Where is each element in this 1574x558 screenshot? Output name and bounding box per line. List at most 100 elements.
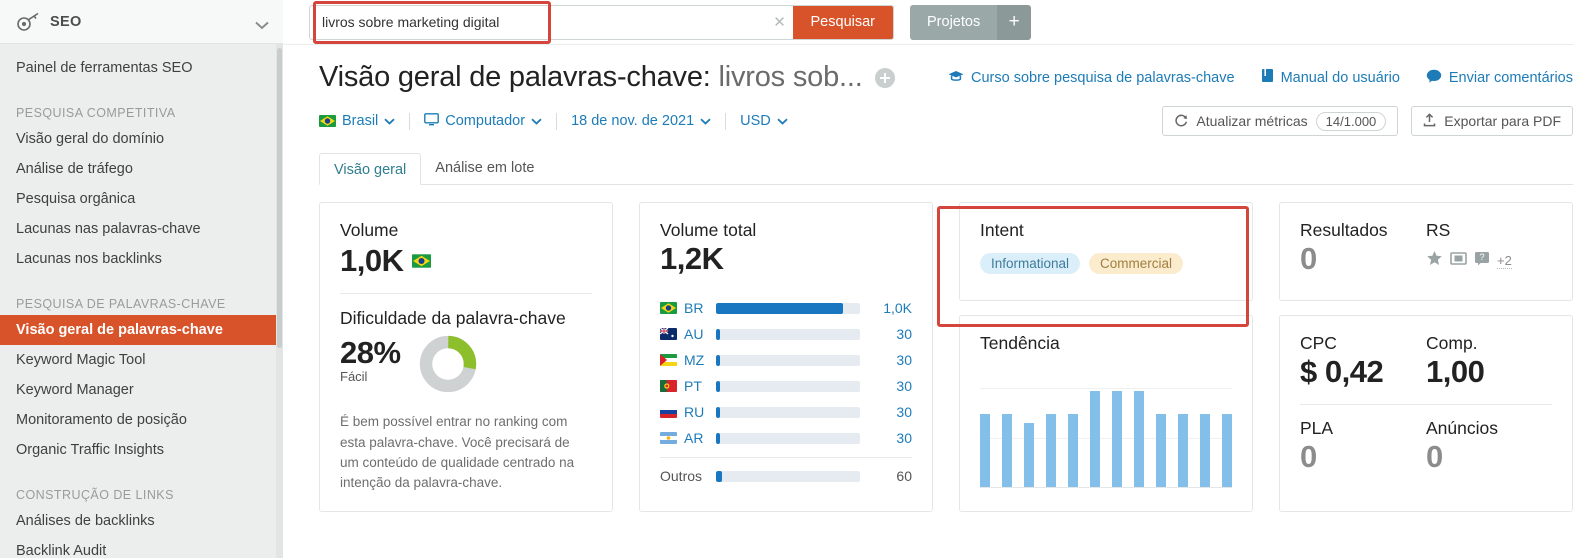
close-icon[interactable]: ✕ <box>767 6 793 39</box>
sidebar-scrollbar-thumb[interactable] <box>277 48 282 348</box>
pla-label: PLA <box>1300 418 1334 439</box>
axis-line <box>980 487 1232 489</box>
country-row[interactable]: MZ 30 <box>660 347 912 373</box>
br-flag-icon <box>660 302 677 314</box>
trend-bar[interactable] <box>1046 414 1056 489</box>
sidebar-item-lacunas-nos-backlinks[interactable]: Lacunas nos backlinks <box>0 244 283 274</box>
sidebar-item-vis-o-geral-do-dom-nio[interactable]: Visão geral do domínio <box>0 124 283 154</box>
sidebar-item-keyword-manager[interactable]: Keyword Manager <box>0 375 283 405</box>
chevron-down-icon[interactable] <box>255 17 269 30</box>
sidebar-item-an-lise-de-tr-fego[interactable]: Análise de tráfego <box>0 154 283 184</box>
refresh-metrics-label: Atualizar métricas <box>1196 113 1308 129</box>
trend-bar[interactable] <box>1200 414 1210 489</box>
date-label: 18 de nov. de 2021 <box>571 113 695 129</box>
page-title-prefix: Visão geral de palavras-chave: <box>319 61 719 93</box>
sidebar-item-keyword-magic-tool[interactable]: Keyword Magic Tool <box>0 345 283 375</box>
projects-button[interactable]: Projetos <box>910 4 998 40</box>
sidebar-item-backlink-audit[interactable]: Backlink Audit <box>0 536 283 558</box>
trend-bar[interactable] <box>1112 391 1122 489</box>
trend-bar[interactable] <box>1024 423 1034 489</box>
volume-value: 1,0K <box>340 243 404 278</box>
currency-selector[interactable]: USD <box>740 113 788 129</box>
refresh-metrics-button[interactable]: Atualizar métricas 14/1.000 <box>1162 106 1399 136</box>
sidebar-item-organic-traffic-insights[interactable]: Organic Traffic Insights <box>0 435 283 465</box>
faq-icon[interactable]: ? <box>1474 251 1490 271</box>
sidebar-item-monitoramento-de-posi-o[interactable]: Monitoramento de posição <box>0 405 283 435</box>
sidebar-scrollbar[interactable] <box>276 44 283 558</box>
database-selector[interactable]: Brasil <box>319 113 395 129</box>
plus-circle-icon[interactable] <box>874 67 895 88</box>
trend-bar[interactable] <box>1222 414 1232 489</box>
add-project-icon[interactable]: + <box>997 4 1032 40</box>
trend-bar[interactable] <box>1134 391 1144 489</box>
reviews-icon[interactable] <box>1450 251 1467 271</box>
trend-bar[interactable] <box>1090 391 1100 489</box>
country-cell: MZ <box>660 352 716 368</box>
comment-icon <box>1426 69 1442 87</box>
intent-tag-comm[interactable]: Commercial <box>1089 253 1184 274</box>
total-volume-card: Volume total 1,2K BR 1,0K AU 30 MZ 30 PT 30 RU 30… <box>639 202 933 513</box>
star-icon[interactable] <box>1426 250 1443 272</box>
sidebar-item-an-lises-de-backlinks[interactable]: Análises de backlinks <box>0 506 283 536</box>
country-row[interactable]: AR 30 <box>660 425 912 451</box>
device-selector[interactable]: Computador <box>424 112 542 130</box>
sidebar-item-lacunas-nas-palavras-chave[interactable]: Lacunas nas palavras-chave <box>0 214 283 244</box>
header-link-label: Enviar comentários <box>1448 69 1573 86</box>
divider <box>340 293 592 294</box>
country-row[interactable]: AU 30 <box>660 321 912 347</box>
export-pdf-label: Exportar para PDF <box>1444 113 1561 129</box>
trend-chart <box>980 370 1232 489</box>
results-column: Resultados 0 <box>1300 220 1426 277</box>
trend-bar[interactable] <box>1156 414 1166 489</box>
content: Visão geral de palavras-chave: livros so… <box>283 61 1574 513</box>
country-row[interactable]: PT 30 <box>660 373 912 399</box>
kd-value: 28% <box>340 335 401 371</box>
search-input[interactable] <box>310 5 767 39</box>
sidebar-item-vis-o-geral-de-palavras-chave[interactable]: Visão geral de palavras-chave <box>0 315 283 345</box>
divider <box>660 457 912 458</box>
pla-value: 0 <box>1300 439 1317 475</box>
trend-bar[interactable] <box>1178 414 1188 489</box>
header-link-1[interactable]: Curso sobre pesquisa de palavras-chave <box>948 69 1235 87</box>
header-link-3[interactable]: Enviar comentários <box>1426 69 1573 87</box>
header-link-2[interactable]: Manual do usuário <box>1261 68 1400 87</box>
other-countries-row: Outros 60 <box>660 463 912 489</box>
tab-vis-o-geral[interactable]: Visão geral <box>319 153 422 185</box>
trend-bar[interactable] <box>1068 414 1078 489</box>
au-flag-icon <box>660 328 677 340</box>
br-flag-icon <box>319 115 336 127</box>
sidebar-item-pesquisa-org-nica[interactable]: Pesquisa orgânica <box>0 184 283 214</box>
desktop-icon <box>424 112 440 130</box>
ads-value: 0 <box>1426 439 1443 475</box>
trend-bar[interactable] <box>980 414 990 489</box>
tab-an-lise-em-lote[interactable]: Análise em lote <box>421 152 548 184</box>
key-icon <box>16 12 42 32</box>
export-pdf-button[interactable]: Exportar para PDF <box>1411 106 1573 136</box>
chevron-down-icon <box>700 113 711 129</box>
country-cell: BR <box>660 300 716 316</box>
kd-note: É bem possível entrar no ranking com est… <box>340 414 575 491</box>
competition-column: Comp. 1,00 <box>1426 333 1552 390</box>
currency-label: USD <box>740 113 771 129</box>
intent-tag-info[interactable]: Informational <box>980 253 1081 274</box>
country-bar-fill <box>716 302 843 314</box>
country-row[interactable]: RU 30 <box>660 399 912 425</box>
divider <box>409 112 411 130</box>
search-button[interactable]: Pesquisar <box>792 5 893 39</box>
kd-row: 28% Fácil <box>340 335 592 398</box>
date-selector[interactable]: 18 de nov. de 2021 <box>571 113 711 129</box>
trend-bar[interactable] <box>1002 414 1012 489</box>
country-bar-fill <box>716 406 721 418</box>
country-bar-track <box>716 328 860 340</box>
serp-label: RS <box>1426 220 1451 240</box>
page-title-keyword: livros sob... <box>718 61 863 93</box>
trend-card: Tendência <box>959 315 1253 513</box>
sidebar-item-painel-de-ferramentas-seo[interactable]: Painel de ferramentas SEO <box>0 53 283 83</box>
cpc-value: $ 0,42 <box>1300 354 1384 390</box>
results-columns: Resultados 0 RS ? +2 <box>1300 220 1552 277</box>
country-cell: AU <box>660 326 716 342</box>
cards-grid: Volume 1,0K Dificuldade da palavra-chave… <box>319 202 1573 513</box>
serp-more-count[interactable]: +2 <box>1497 253 1512 269</box>
sidebar-header[interactable]: SEO <box>0 0 283 44</box>
country-row[interactable]: BR 1,0K <box>660 295 912 321</box>
